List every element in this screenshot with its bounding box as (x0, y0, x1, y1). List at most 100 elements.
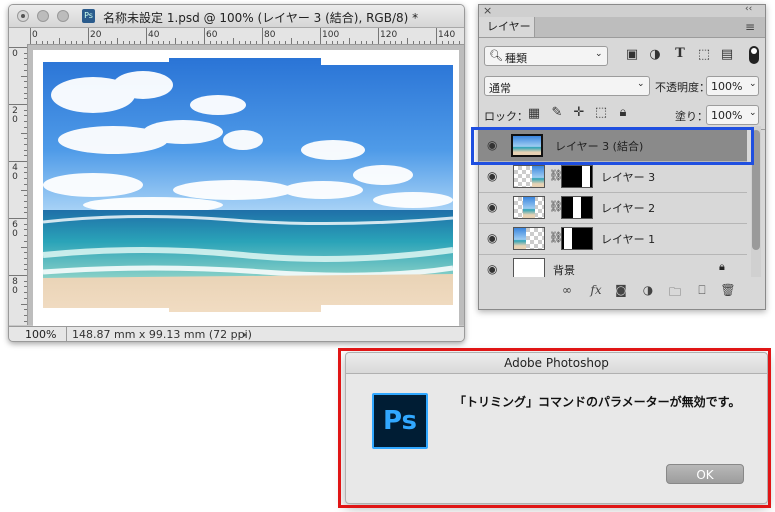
ruler-tick (24, 64, 27, 66)
ruler-tick (24, 314, 27, 316)
new-layer-icon[interactable]: ⎕ (693, 283, 711, 298)
ruler-tick (134, 41, 136, 44)
ruler-tick (343, 41, 345, 44)
fill-input[interactable]: 100% ⌄ (706, 105, 759, 125)
ruler-tick (24, 121, 27, 123)
ruler-tick (314, 41, 316, 44)
layer-mask-thumbnail[interactable] (561, 227, 593, 250)
ruler-tick (21, 303, 27, 305)
delete-layer-icon[interactable]: 🗑︎ (719, 283, 737, 297)
panel-collapse-icon[interactable]: ‹‹ (745, 4, 752, 14)
ruler-tick (128, 41, 130, 44)
ruler-tick (204, 28, 205, 44)
minimize-window-button[interactable] (37, 10, 49, 22)
ruler-tick (47, 41, 49, 44)
ruler-tick (383, 41, 385, 44)
ruler-tick (233, 38, 234, 44)
ruler-tick (250, 41, 252, 44)
ruler-tick (151, 41, 153, 44)
ruler-tick (24, 126, 27, 128)
opacity-input[interactable]: 100% ⌄ (706, 76, 759, 96)
add-mask-icon[interactable]: ◙ (612, 283, 630, 297)
ruler-tick (221, 41, 223, 44)
filter-toggle-switch[interactable] (749, 46, 759, 64)
link-layers-icon[interactable]: ∞ (558, 283, 576, 297)
ruler-tick (180, 41, 182, 44)
zoom-level[interactable]: 100% (9, 327, 67, 341)
smart-object-filter-icon[interactable]: ▤ (719, 47, 735, 62)
ruler-tick (331, 41, 333, 44)
layer-name[interactable]: レイヤー 3 (601, 169, 655, 185)
ruler-label: 120 (380, 30, 398, 40)
layer-filter-kind-select[interactable]: 🔍︎ 種類 ⌄ (484, 46, 608, 66)
ruler-tick (24, 183, 27, 185)
ruler-tick (35, 41, 37, 44)
ruler-tick (198, 41, 200, 44)
panel-close-icon[interactable]: × (483, 4, 492, 17)
lock-transparent-icon[interactable]: ▦ (526, 106, 542, 121)
ruler-tick (9, 104, 27, 105)
visibility-eye-icon[interactable]: ◉ (487, 200, 497, 214)
ruler-corner[interactable] (9, 28, 28, 45)
canvas-area[interactable] (28, 45, 464, 328)
image-filter-icon[interactable]: ▣ (624, 47, 640, 62)
ruler-label: 6 0 (12, 220, 18, 239)
fx-icon[interactable]: fx (587, 283, 605, 297)
lock-all-icon[interactable]: 🔒︎ (615, 105, 631, 120)
document-titlebar[interactable]: Ps 名称未設定 1.psd @ 100% (レイヤー 3 (結合), RGB/… (9, 5, 464, 28)
ruler-tick (157, 41, 159, 44)
adjustment-layer-icon[interactable]: ◑ (639, 283, 657, 297)
ruler-tick (24, 149, 27, 151)
adjustment-filter-icon[interactable]: ◑ (647, 47, 663, 62)
type-filter-icon[interactable]: T (672, 46, 688, 61)
visibility-eye-icon[interactable]: ◉ (487, 169, 497, 183)
ruler-tick (349, 38, 350, 44)
ruler-tick (64, 41, 66, 44)
ruler-tick (105, 41, 107, 44)
ruler-tick (436, 28, 437, 44)
vertical-ruler[interactable]: 0 2 0 4 0 6 0 8 0 (9, 44, 28, 325)
ruler-tick (24, 98, 27, 100)
shape-filter-icon[interactable]: ⬚ (696, 47, 712, 62)
panel-menu-icon[interactable]: ≡ (745, 20, 755, 34)
ruler-tick (9, 218, 27, 219)
ruler-tick (24, 223, 27, 225)
horizontal-ruler[interactable]: 0 20 40 60 80 100 120 140 (27, 28, 464, 45)
close-window-button[interactable] (17, 10, 29, 22)
ruler-tick (302, 41, 304, 44)
new-group-icon[interactable]: 🗀︎ (666, 283, 684, 304)
visibility-eye-icon[interactable]: ◉ (487, 262, 497, 276)
layer-row[interactable]: ◉ ⛓︎ レイヤー 1 (479, 223, 747, 255)
ruler-tick (30, 28, 31, 44)
layer-row[interactable]: ◉ ⛓︎ レイヤー 2 (479, 192, 747, 224)
filter-kind-label: 種類 (505, 52, 527, 65)
lock-position-move-icon[interactable]: ✛ (571, 105, 587, 120)
ruler-label: 60 (206, 30, 218, 40)
ruler-label: 100 (322, 30, 340, 40)
status-arrow-icon[interactable]: › (242, 327, 247, 341)
lock-image-brush-icon[interactable]: ✎ (549, 105, 565, 120)
layer-mask-thumbnail[interactable] (561, 196, 593, 219)
visibility-eye-icon[interactable]: ◉ (487, 231, 497, 245)
highlight-box-selected-layer (471, 127, 754, 165)
layer-row[interactable]: ◉ 背景 🔒︎ (479, 254, 747, 278)
layer-row[interactable]: ◉ ⛓︎ レイヤー 3 (479, 161, 747, 193)
ruler-tick (24, 178, 27, 180)
ruler-tick (117, 38, 118, 44)
ruler-tick (24, 229, 27, 231)
chevron-down-icon: ⌄ (749, 108, 757, 118)
maximize-window-button[interactable] (57, 10, 69, 22)
layer-name[interactable]: レイヤー 1 (601, 231, 655, 247)
blend-mode-select[interactable]: 通常 ⌄ (484, 76, 650, 96)
layer-name[interactable]: 背景 (553, 262, 575, 278)
ruler-tick (430, 41, 432, 44)
toggle-knob (751, 48, 757, 54)
ruler-tick (111, 41, 113, 44)
layer-mask-thumbnail[interactable] (561, 165, 593, 188)
layer-name[interactable]: レイヤー 2 (601, 200, 655, 216)
document-canvas[interactable] (33, 50, 459, 328)
lock-artboard-icon[interactable]: ⬚ (593, 105, 609, 120)
ruler-tick (146, 28, 147, 44)
ruler-tick (308, 41, 310, 44)
tab-layers[interactable]: レイヤー (479, 17, 535, 37)
